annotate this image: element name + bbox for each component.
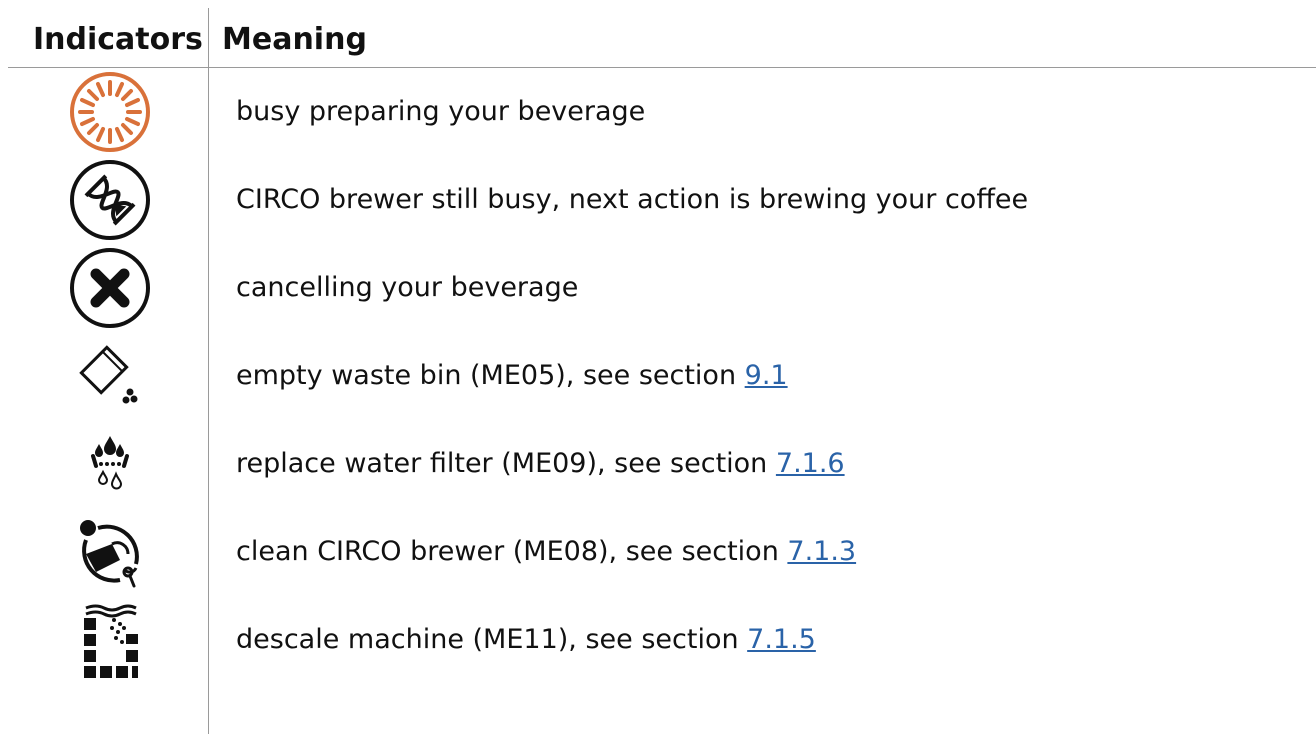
table-row: replace water filter (ME09), see section…	[0, 420, 1316, 508]
table-row: cancelling your beverage	[0, 244, 1316, 332]
hourglass-icon	[30, 156, 190, 244]
section-link[interactable]: 7.1.5	[747, 624, 816, 655]
header-indicators: Indicators	[33, 22, 203, 57]
meaning-text: replace water filter (ME09), see section…	[236, 448, 845, 479]
cancel-x-icon	[30, 244, 190, 332]
section-link[interactable]: 7.1.6	[776, 448, 845, 479]
water-filter-icon	[30, 420, 190, 508]
table-row: clean CIRCO brewer (ME08), see section 7…	[0, 508, 1316, 596]
descale-icon	[30, 596, 190, 684]
meaning-text: clean CIRCO brewer (ME08), see section 7…	[236, 536, 857, 567]
meaning-text: empty waste bin (ME05), see section 9.1	[236, 360, 788, 391]
table-row: descale machine (ME11), see section 7.1.…	[0, 596, 1316, 684]
brewer-clean-icon	[30, 508, 190, 596]
section-link[interactable]: 7.1.3	[787, 536, 856, 567]
busy-spinner-icon	[30, 68, 190, 156]
section-link[interactable]: 9.1	[745, 360, 788, 391]
meaning-text: CIRCO brewer still busy, next action is …	[236, 184, 1029, 215]
indicator-table: Indicators Meaning busy preparing your b…	[0, 0, 1316, 734]
header-meaning: Meaning	[222, 22, 367, 57]
meaning-text: busy preparing your beverage	[236, 96, 646, 127]
table-row: empty waste bin (ME05), see section 9.1	[0, 332, 1316, 420]
meaning-text: descale machine (ME11), see section 7.1.…	[236, 624, 816, 655]
waste-bin-icon	[30, 332, 190, 420]
meaning-text: cancelling your beverage	[236, 272, 579, 303]
table-row: CIRCO brewer still busy, next action is …	[0, 156, 1316, 244]
table-row: busy preparing your beverage	[0, 68, 1316, 156]
